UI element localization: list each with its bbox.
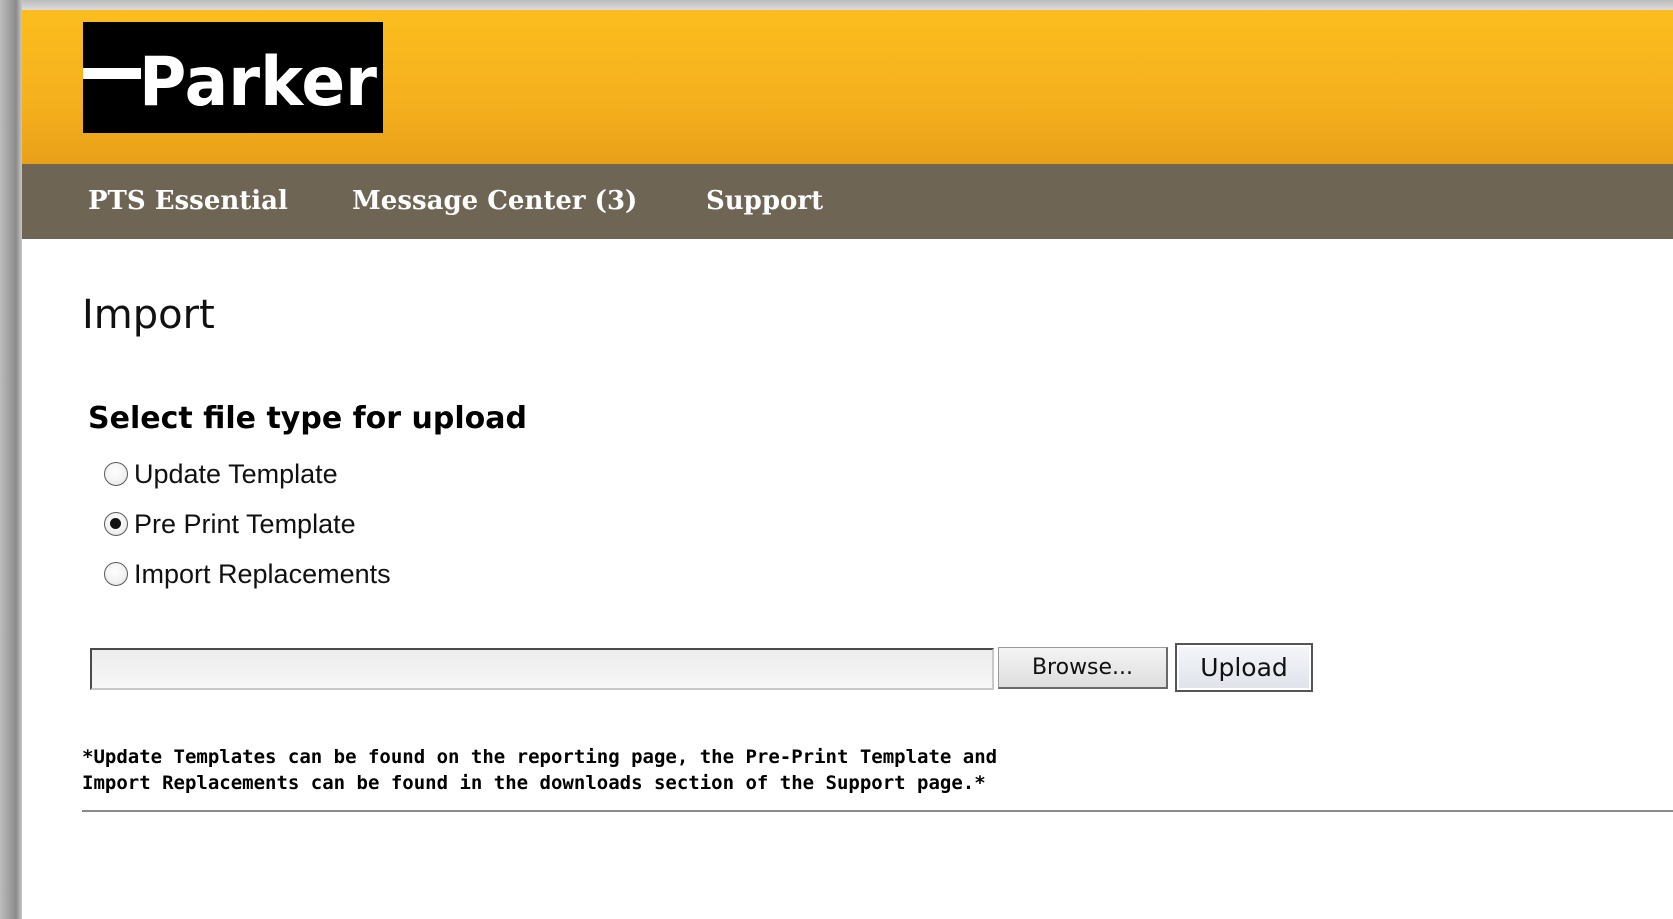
parker-logo[interactable]: Parker — [83, 22, 383, 133]
radio-pre-print-template[interactable]: Pre Print Template — [104, 509, 356, 539]
radio-label-pre-print-template: Pre Print Template — [134, 509, 356, 539]
window-frame-left — [0, 0, 22, 919]
site-header: Parker — [22, 10, 1673, 164]
footnote-line-1: *Update Templates can be found on the re… — [82, 746, 998, 768]
radio-import-replacements[interactable]: Import Replacements — [104, 559, 391, 589]
nav-item-message-center[interactable]: Message Center (3) — [352, 186, 637, 216]
parker-logo-icon: Parker — [83, 43, 377, 122]
content-divider — [82, 810, 1673, 812]
browse-button[interactable]: Browse... — [998, 647, 1168, 689]
radio-label-import-replacements: Import Replacements — [134, 559, 391, 589]
window-frame-top — [22, 0, 1673, 10]
radio-label-update-template: Update Template — [134, 459, 338, 489]
footnote-line-2: Import Replacements can be found in the … — [82, 772, 986, 794]
radio-update-template[interactable]: Update Template — [104, 459, 338, 489]
radio-button-pre-print-template[interactable] — [104, 512, 128, 536]
file-type-heading: Select file type for upload — [88, 401, 527, 436]
file-path-input[interactable] — [90, 648, 994, 690]
upload-footnote: *Update Templates can be found on the re… — [82, 744, 1182, 796]
nav-item-support[interactable]: Support — [706, 186, 823, 216]
radio-button-update-template[interactable] — [104, 462, 128, 486]
main-nav: PTS Essential Message Center (3) Support — [22, 164, 1673, 239]
page-title: Import — [82, 292, 215, 338]
upload-button[interactable]: Upload — [1175, 643, 1313, 692]
logo-dash — [83, 68, 141, 79]
radio-button-import-replacements[interactable] — [104, 562, 128, 586]
logo-wordmark: Parker — [139, 43, 377, 122]
nav-item-pts-essential[interactable]: PTS Essential — [88, 186, 288, 216]
